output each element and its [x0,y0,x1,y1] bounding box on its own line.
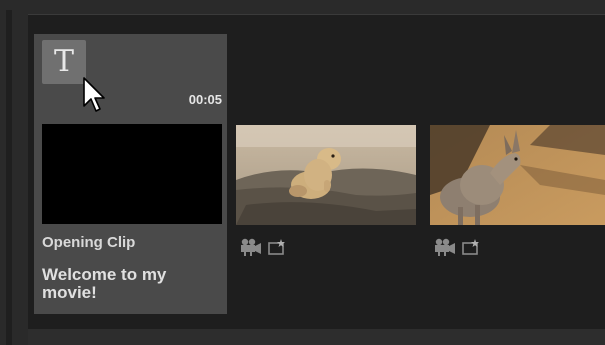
video-clip-thumbnail[interactable] [430,125,605,225]
clip-icons [434,236,480,258]
transition-star-icon[interactable] [462,239,480,255]
title-clip[interactable]: T 00:05 Opening Clip Welcome to my movie… [34,34,227,314]
transition-star-icon[interactable] [268,239,286,255]
clip-caption: Welcome to my movie! [42,265,167,302]
title-clip-thumbnail[interactable] [42,124,222,224]
film-camera-icon[interactable] [434,238,456,256]
wallaby-image [430,125,605,225]
clip-icons [240,236,286,258]
mouse-pointer-icon [83,77,105,112]
left-border [6,10,12,345]
title-text-icon[interactable]: T [42,40,86,84]
panel-bottom-edge [28,329,605,345]
prairie-dog-image [236,125,416,225]
storyboard-window: T 00:05 Opening Clip Welcome to my movie… [0,0,605,345]
film-camera-icon[interactable] [240,238,262,256]
clip-duration: 00:05 [188,92,222,107]
video-clip-thumbnail[interactable] [236,125,416,225]
clip-label: Opening Clip [42,234,136,251]
